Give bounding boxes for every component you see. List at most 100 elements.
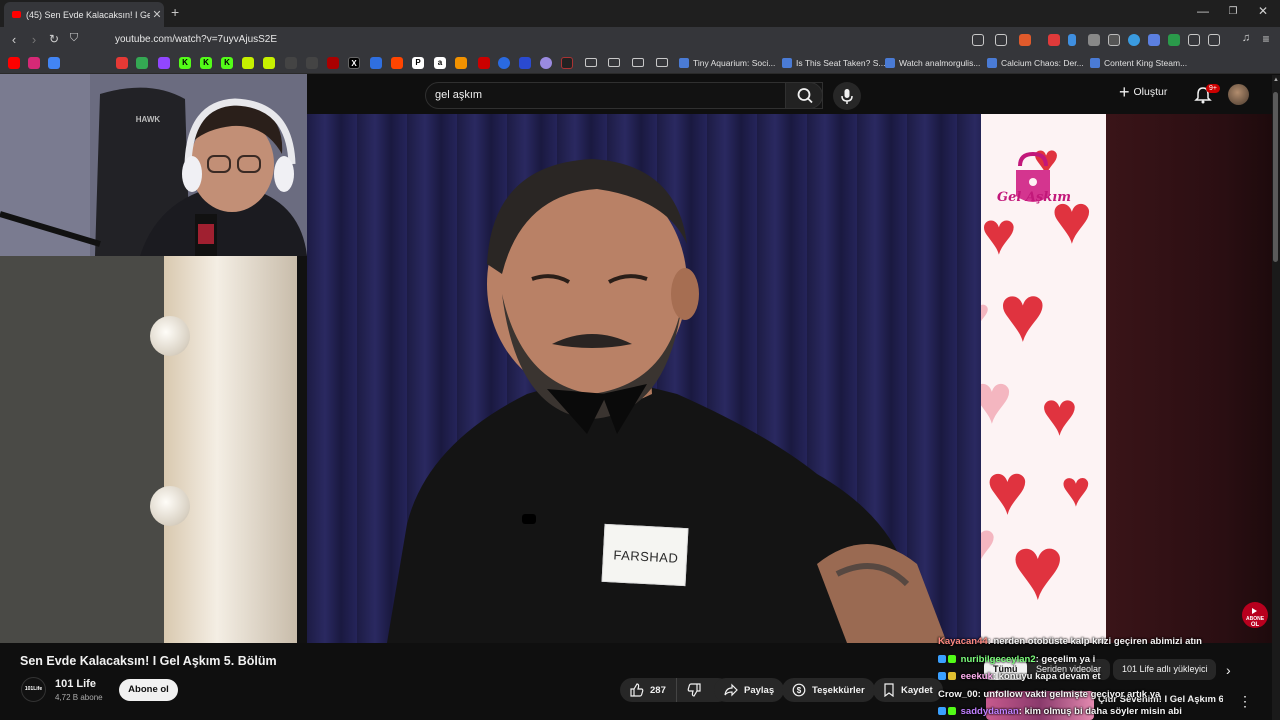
kick-badge-icon	[948, 707, 956, 715]
bookmark-link[interactable]: Calcium Chaos: Der...	[987, 58, 1084, 68]
dislike-button[interactable]	[677, 678, 717, 702]
bookmark-icon[interactable]	[48, 57, 60, 69]
streamer-figure: HAWK	[0, 74, 307, 256]
channel-avatar[interactable]: 101Life	[21, 677, 46, 702]
scroll-up-icon[interactable]: ▲	[1273, 77, 1279, 83]
minimize-icon[interactable]: —	[1188, 4, 1218, 18]
chat-text: : unfollow vakti gelmişte geçiyor artık …	[977, 689, 1161, 700]
bookmark-icon[interactable]	[327, 57, 339, 69]
gmail-bookmark-icon[interactable]	[116, 57, 128, 69]
youtube-header: gel aşkım ✕ + Oluştur 9+	[307, 75, 1280, 114]
chat-username: saddydaman	[960, 706, 1019, 717]
video-player[interactable]: ♥ ♥ ♥ ♥ ♥ ♥ ♥ ♥ ♥ ♥ ♥ Gel Aşkım	[307, 114, 1274, 643]
bookmark-label: Is This Seat Taken? S...	[796, 58, 886, 68]
share-label: Paylaş	[744, 684, 775, 696]
bookmark-icon[interactable]	[478, 57, 490, 69]
microphone-icon	[841, 89, 853, 104]
contestant-nametag: FARSHAD	[601, 523, 689, 587]
bookmark-link[interactable]: Tiny Aquarium: Soci...	[679, 58, 775, 68]
bookmark-link[interactable]: Watch analmorgulis...	[885, 58, 980, 68]
voice-search-button[interactable]	[833, 82, 861, 110]
bookmark-icon[interactable]	[498, 57, 510, 69]
new-tab-icon[interactable]: +	[171, 4, 179, 20]
forward-icon[interactable]: ›	[26, 32, 42, 47]
brave-shield-icon[interactable]	[1019, 34, 1031, 46]
like-button[interactable]: 287	[620, 678, 677, 702]
restore-icon[interactable]: ❐	[1218, 6, 1248, 17]
search-box[interactable]: gel aşkım ✕	[425, 82, 823, 109]
window-close-icon[interactable]: ✕	[1248, 4, 1278, 18]
tab-title: (45) Sen Evde Kalacaksın! I Gel Aşkım 5.…	[26, 9, 150, 20]
bookmark-icon[interactable]	[540, 57, 552, 69]
scrollbar-thumb[interactable]	[1273, 92, 1278, 262]
kick-bookmark-icon[interactable]: K	[179, 57, 191, 69]
close-tab-icon[interactable]: ✕	[150, 8, 164, 21]
folder-icon[interactable]	[632, 58, 644, 67]
bookmark-icon[interactable]	[285, 57, 297, 69]
share-page-icon[interactable]	[995, 34, 1007, 46]
sidebar-icon[interactable]	[1208, 34, 1220, 46]
youtube-bookmark-icon[interactable]	[8, 57, 20, 69]
chat-message: nuribilgeceylan2: geçelim ya i	[938, 654, 1095, 665]
extension-icon[interactable]	[1168, 34, 1180, 46]
back-icon[interactable]: ‹	[6, 32, 22, 47]
more-options-icon[interactable]: ⋮	[1238, 693, 1252, 710]
drive-bookmark-icon[interactable]	[136, 57, 148, 69]
search-button[interactable]	[785, 82, 823, 109]
extension-icon[interactable]	[1128, 34, 1140, 46]
reddit-bookmark-icon[interactable]	[391, 57, 403, 69]
steam-icon	[782, 58, 792, 68]
bookmark-link[interactable]: Content King Steam...	[1090, 58, 1187, 68]
subscribe-watermark-icon[interactable]: ABONE OL	[1241, 601, 1269, 629]
address-bar[interactable]: youtube.com/watch?v=7uyvAjusS2E	[115, 34, 277, 45]
bookmark-icon[interactable]	[370, 57, 382, 69]
folder-icon[interactable]	[585, 58, 597, 67]
bookmark-icon[interactable]: ⛉	[66, 32, 82, 45]
channel-name[interactable]: 101 Life	[55, 678, 96, 690]
twitch-bookmark-icon[interactable]	[158, 57, 170, 69]
instagram-bookmark-icon[interactable]	[28, 57, 40, 69]
account-avatar[interactable]	[1228, 84, 1249, 105]
media-icon[interactable]: ♫	[1238, 32, 1254, 44]
light-bulb-icon	[150, 316, 190, 356]
chevron-right-icon[interactable]: ›	[1226, 662, 1231, 678]
amazon-bookmark-icon[interactable]: a	[434, 57, 446, 69]
extension-icon[interactable]	[1148, 34, 1160, 46]
folder-icon[interactable]	[608, 58, 620, 67]
chip-uploader[interactable]: 101 Life adlı yükleyici	[1113, 659, 1216, 680]
extension-icon[interactable]	[1108, 34, 1120, 46]
cast-icon[interactable]	[972, 34, 984, 46]
share-button[interactable]: Paylaş	[714, 678, 785, 702]
share-icon	[724, 683, 738, 697]
x-bookmark-icon[interactable]: X	[348, 57, 360, 69]
chat-badge-icon	[938, 707, 946, 715]
extensions-puzzle-icon[interactable]	[1188, 34, 1200, 46]
create-button[interactable]: + Oluştur	[1119, 83, 1167, 101]
chat-text: : nerden otobüste kalp krizi geçiren abi…	[987, 636, 1202, 647]
browser-tab[interactable]: (45) Sen Evde Kalacaksın! I Gel Aşkım 5.…	[4, 2, 164, 27]
extension-icon[interactable]	[1088, 34, 1100, 46]
save-button[interactable]: Kaydet	[873, 678, 943, 702]
search-input[interactable]: gel aşkım	[435, 89, 482, 101]
bookmark-link[interactable]: Is This Seat Taken? S...	[782, 58, 885, 68]
bookmark-icon[interactable]	[455, 57, 467, 69]
thanks-button[interactable]: $ Teşekkürler	[782, 678, 875, 702]
bookmark-icon[interactable]	[242, 57, 254, 69]
reload-icon[interactable]: ↻	[46, 32, 62, 46]
menu-icon[interactable]: ≡	[1258, 32, 1274, 46]
bookmark-icon[interactable]	[561, 57, 573, 69]
chat-username: nuribilgeceylan2	[960, 654, 1036, 665]
kick-bookmark-icon[interactable]: K	[221, 57, 233, 69]
subscribe-button[interactable]: Abone ol	[119, 679, 178, 701]
extension-icon[interactable]	[1068, 34, 1076, 46]
kick-bookmark-icon[interactable]: K	[200, 57, 212, 69]
bookmark-icon[interactable]	[519, 57, 531, 69]
video-title: Sen Evde Kalacaksın! I Gel Aşkım 5. Bölü…	[20, 654, 277, 668]
folder-icon[interactable]	[656, 58, 668, 67]
bookmark-icon[interactable]: P	[412, 57, 424, 69]
svg-text:OL: OL	[1251, 622, 1260, 628]
bookmark-icon[interactable]	[263, 57, 275, 69]
browser-nav-bar: ‹ › ↻ ⛉ youtube.com/watch?v=7uyvAjusS2E …	[0, 27, 1280, 53]
extension-icon[interactable]	[1048, 34, 1060, 46]
bookmark-icon[interactable]	[306, 57, 318, 69]
